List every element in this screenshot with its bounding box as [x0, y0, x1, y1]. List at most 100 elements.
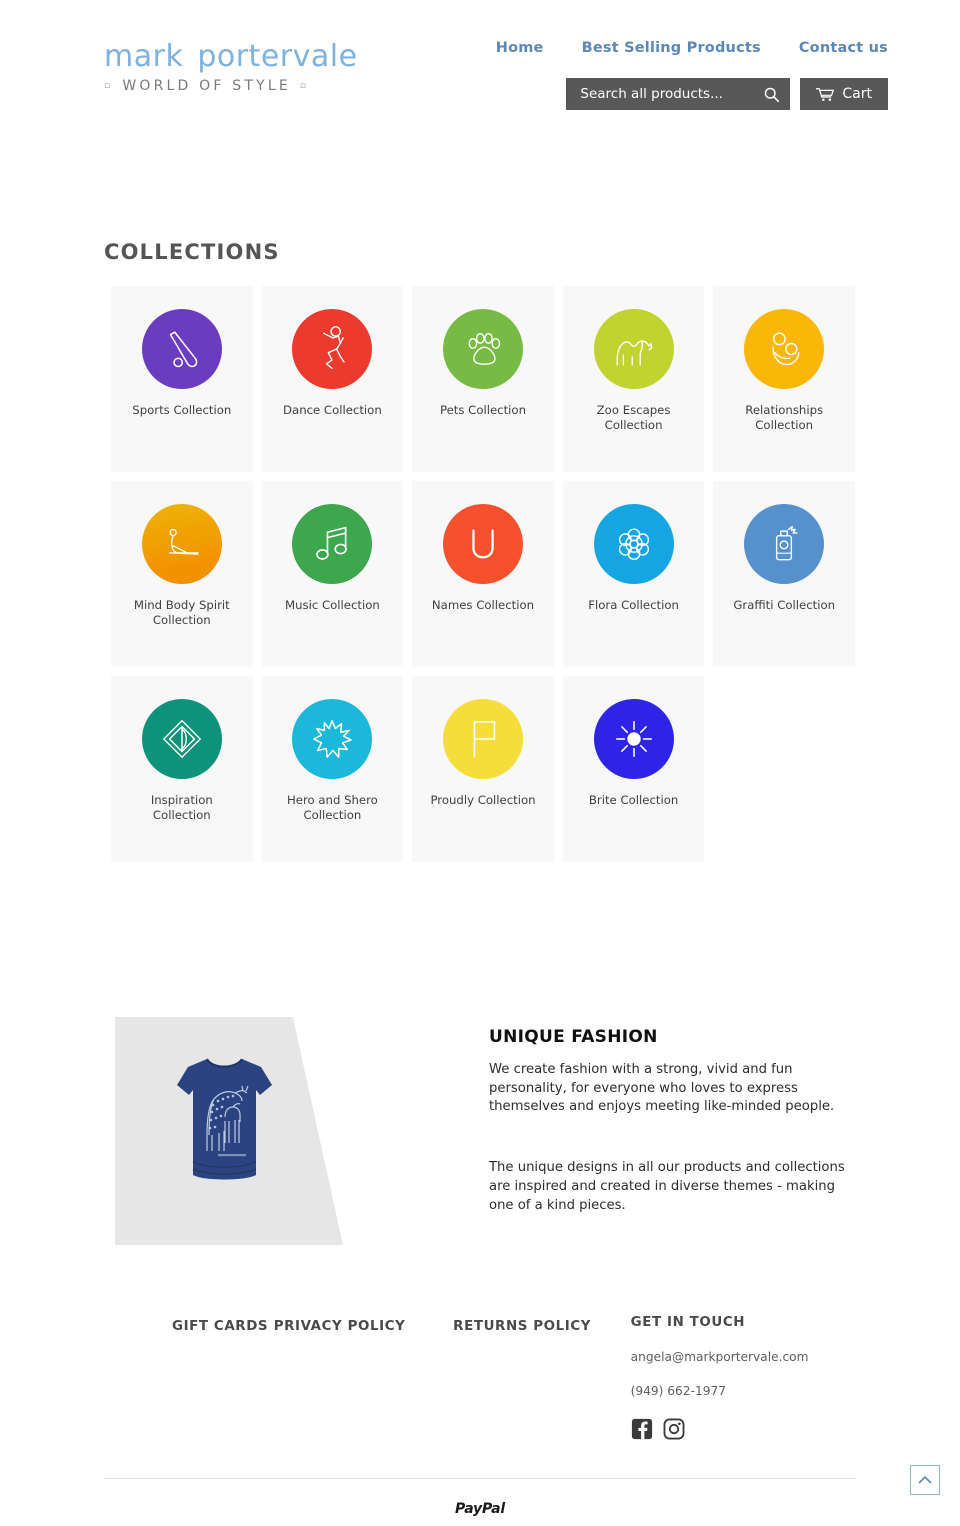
collection-label: Pets Collection: [439, 403, 526, 417]
logo-wordmark: mark portervale: [104, 42, 404, 72]
collection-label: Flora Collection: [588, 598, 679, 612]
collections-section: COLLECTIONS Sports Collection Dance Coll…: [0, 240, 960, 862]
diamond-icon: [162, 719, 201, 759]
collection-swatch: [141, 699, 222, 779]
main-navigation: Home Best Selling Products Contact us: [496, 40, 888, 56]
footer-social-links: [631, 1418, 856, 1444]
collection-tile-pets[interactable]: Pets Collection: [412, 286, 554, 472]
nav-best-selling-products[interactable]: Best Selling Products: [582, 40, 761, 56]
cart-icon: [816, 87, 835, 101]
flag-icon: [473, 721, 496, 757]
instagram-link[interactable]: [663, 1418, 685, 1444]
collection-swatch: [442, 504, 523, 584]
collection-swatch: [593, 504, 674, 584]
collection-tile-music[interactable]: Music Collection: [261, 481, 404, 667]
collections-title: COLLECTIONS: [104, 240, 280, 264]
collection-tile-flora[interactable]: Flora Collection: [562, 481, 705, 667]
collection-label: Mind Body Spirit Collection: [133, 598, 230, 627]
baseball-bat-icon: [169, 331, 198, 368]
chevron-up-icon: [918, 1476, 932, 1484]
collection-swatch: [442, 699, 523, 779]
collection-tile-brite[interactable]: Brite Collection: [562, 676, 705, 862]
about-paragraph-2: The unique designs in all our products a…: [489, 1160, 845, 1213]
search-submit-button[interactable]: [763, 86, 780, 103]
site-footer: GIFT CARDS PRIVACY POLICY RETURNS POLICY…: [104, 1315, 856, 1444]
collection-swatch: [593, 699, 674, 779]
collection-swatch: [593, 309, 674, 389]
mother-child-icon: [772, 332, 800, 366]
collection-tile-hero-and-shero[interactable]: Hero and Shero Collection: [261, 676, 404, 862]
site-header: mark portervale ▫ WORLD OF STYLE ▫ Home B…: [0, 0, 960, 140]
collection-label: Music Collection: [285, 598, 380, 612]
collection-swatch: [744, 504, 825, 584]
tshirt-graphic: [177, 1058, 272, 1180]
collection-tile-proudly[interactable]: Proudly Collection: [412, 676, 554, 862]
paw-print-icon: [468, 333, 501, 365]
page-root: mark portervale ▫ WORLD OF STYLE ▫ Home B…: [0, 0, 960, 1517]
collection-tile-graffiti[interactable]: Graffiti Collection: [713, 481, 855, 667]
logo-word-2: portervale: [197, 39, 358, 74]
starburst-icon: [313, 720, 353, 758]
logo-word-1: mark: [104, 39, 184, 74]
camel-icon: [616, 340, 652, 366]
flower-icon: [618, 528, 649, 561]
collection-label: Relationships Collection: [745, 403, 824, 432]
collection-tile-inspiration[interactable]: Inspiration Collection: [111, 676, 253, 862]
back-to-top-button[interactable]: [910, 1465, 940, 1495]
collection-label: Hero and Shero Collection: [286, 793, 378, 822]
search-icon: [765, 87, 780, 102]
collection-label: Sports Collection: [132, 403, 232, 417]
letter-u-icon: [472, 529, 494, 559]
footer-col-get-in-touch: GET IN TOUCH angela@markportervale.com (…: [631, 1315, 856, 1444]
collection-swatch: [292, 309, 373, 389]
collection-tile-mind-body-spirit[interactable]: Mind Body Spirit Collection: [111, 481, 253, 667]
nav-contact-us[interactable]: Contact us: [799, 40, 888, 56]
collection-label: Zoo Escapes Collection: [596, 403, 671, 432]
collection-tile-relationships[interactable]: Relationships Collection: [713, 286, 855, 472]
collection-label: Brite Collection: [588, 793, 679, 807]
collection-label: Names Collection: [431, 598, 535, 612]
collection-swatch: [292, 504, 373, 584]
collection-swatch: [292, 699, 373, 779]
logo-tagline-text: WORLD OF STYLE: [122, 78, 291, 94]
collections-grid: Sports Collection Dance Collection Pets …: [111, 286, 863, 862]
collection-label: Dance Collection: [283, 403, 382, 417]
footer-email[interactable]: angela@markportervale.com: [631, 1350, 856, 1364]
about-section: UNIQUE FASHION We create fashion with a …: [0, 1017, 960, 1267]
collection-swatch: [744, 309, 825, 389]
paypal-logo: PayPal: [455, 1501, 505, 1517]
collection-tile-sports[interactable]: Sports Collection: [111, 286, 253, 472]
cart-button[interactable]: Cart: [800, 78, 888, 110]
site-logo[interactable]: mark portervale ▫ WORLD OF STYLE ▫: [104, 42, 404, 95]
cart-label: Cart: [842, 86, 872, 102]
yoga-pose-icon: [168, 528, 199, 555]
about-title: UNIQUE FASHION: [489, 1027, 658, 1047]
payment-bar: PayPal: [104, 1478, 856, 1517]
collection-tile-names[interactable]: Names Collection: [412, 481, 554, 667]
collection-label: Proudly Collection: [430, 793, 536, 807]
about-image: [115, 1017, 343, 1245]
nav-home[interactable]: Home: [496, 40, 544, 56]
collection-tile-dance[interactable]: Dance Collection: [261, 286, 404, 472]
header-actions: Cart: [566, 78, 888, 110]
sun-icon: [615, 720, 652, 758]
search-input[interactable]: [578, 85, 764, 103]
facebook-link[interactable]: [631, 1418, 653, 1444]
dancer-icon: [323, 326, 346, 370]
footer-col-returns-policy: RETURNS POLICY: [453, 1315, 630, 1444]
instagram-icon: [663, 1418, 685, 1440]
footer-link-privacy-policy[interactable]: PRIVACY POLICY: [274, 1319, 406, 1334]
footer-phone[interactable]: (949) 662-1977: [631, 1384, 856, 1398]
spray-can-icon: [776, 525, 798, 561]
collection-label: Inspiration Collection: [150, 793, 213, 822]
about-text: UNIQUE FASHION We create fashion with a …: [489, 1027, 849, 1257]
search-box[interactable]: [566, 78, 791, 110]
collection-tile-zoo-escapes[interactable]: Zoo Escapes Collection: [562, 286, 705, 472]
logo-dot-left-icon: ▫: [104, 81, 114, 91]
footer-heading-get-in-touch: GET IN TOUCH: [630, 1315, 746, 1330]
logo-dot-right-icon: ▫: [299, 81, 310, 91]
footer-col-gift-cards: GIFT CARDS: [104, 1315, 274, 1444]
collection-swatch: [141, 309, 222, 389]
footer-link-returns-policy[interactable]: RETURNS POLICY: [453, 1319, 591, 1334]
footer-link-gift-cards[interactable]: GIFT CARDS: [172, 1319, 268, 1334]
